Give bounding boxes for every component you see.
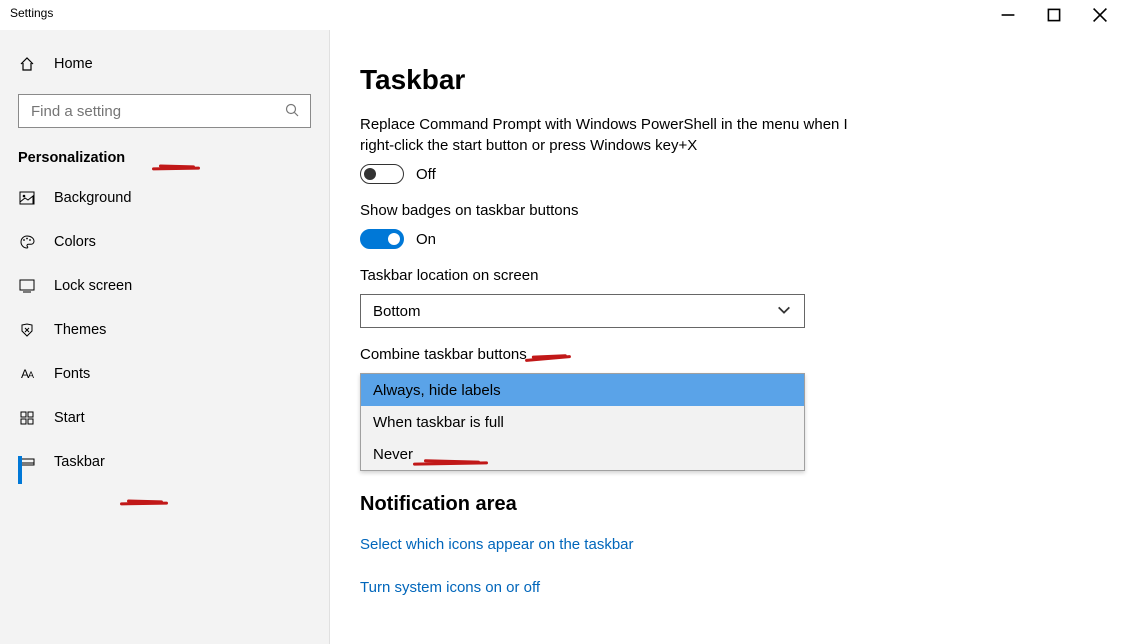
setting-label-badges: Show badges on taskbar buttons: [360, 200, 860, 221]
setting-label-location: Taskbar location on screen: [360, 265, 860, 286]
sidebar-item-label: Lock screen: [54, 278, 132, 294]
sidebar-item-start[interactable]: Start: [18, 396, 311, 440]
dropdown-combine-open: Always, hide labels When taskbar is full…: [360, 373, 805, 471]
link-system-icons[interactable]: Turn system icons on or off: [360, 579, 540, 596]
dropdown-location[interactable]: Bottom: [360, 294, 805, 328]
sidebar-item-label: Colors: [54, 234, 96, 250]
window-title: Settings: [10, 0, 53, 20]
toggle-state-badges: On: [416, 231, 436, 248]
sidebar-item-label: Taskbar: [54, 454, 105, 470]
toggle-powershell[interactable]: [360, 164, 404, 184]
toggle-state-powershell: Off: [416, 166, 436, 183]
setting-label-combine: Combine taskbar buttons: [360, 344, 860, 365]
start-icon: [18, 410, 36, 426]
sidebar-item-label: Background: [54, 190, 131, 206]
caption-controls: [985, 0, 1123, 30]
setting-label-powershell: Replace Command Prompt with Windows Powe…: [360, 114, 860, 156]
link-select-icons[interactable]: Select which icons appear on the taskbar: [360, 536, 634, 553]
home-label: Home: [54, 56, 93, 72]
title-bar: Settings: [0, 0, 1123, 30]
section-title: Personalization: [18, 150, 311, 166]
lockscreen-icon: [18, 278, 36, 294]
minimize-button[interactable]: [985, 0, 1031, 30]
main-content: Taskbar Replace Command Prompt with Wind…: [330, 30, 1123, 644]
sidebar-item-fonts[interactable]: AA Fonts: [18, 352, 311, 396]
maximize-button[interactable]: [1031, 0, 1077, 30]
toggle-badges[interactable]: [360, 229, 404, 249]
sidebar-item-lockscreen[interactable]: Lock screen: [18, 264, 311, 308]
dropdown-location-value: Bottom: [373, 303, 421, 320]
palette-icon: [18, 234, 36, 250]
themes-icon: [18, 322, 36, 338]
home-nav[interactable]: Home: [18, 42, 311, 86]
chevron-down-icon: [776, 302, 792, 321]
close-button[interactable]: [1077, 0, 1123, 30]
sidebar-item-label: Themes: [54, 322, 106, 338]
page-title: Taskbar: [360, 64, 1093, 96]
search-input-wrap[interactable]: [18, 94, 311, 128]
taskbar-icon: [18, 454, 36, 470]
picture-icon: [18, 190, 36, 206]
sidebar-item-label: Fonts: [54, 366, 90, 382]
fonts-icon: AA: [18, 367, 36, 381]
search-icon: [284, 102, 300, 121]
sidebar-item-taskbar[interactable]: Taskbar: [18, 440, 311, 484]
sidebar-item-label: Start: [54, 410, 85, 426]
home-icon: [18, 56, 36, 72]
sidebar-item-colors[interactable]: Colors: [18, 220, 311, 264]
notification-area-heading: Notification area: [360, 493, 1093, 516]
sidebar-item-themes[interactable]: Themes: [18, 308, 311, 352]
sidebar: Home Personalization Background Colors: [0, 30, 330, 644]
search-input[interactable]: [29, 102, 284, 121]
combine-option-always[interactable]: Always, hide labels: [361, 374, 804, 406]
combine-option-whenfull[interactable]: When taskbar is full: [361, 406, 804, 438]
combine-option-never[interactable]: Never: [361, 438, 804, 470]
sidebar-item-background[interactable]: Background: [18, 176, 311, 220]
